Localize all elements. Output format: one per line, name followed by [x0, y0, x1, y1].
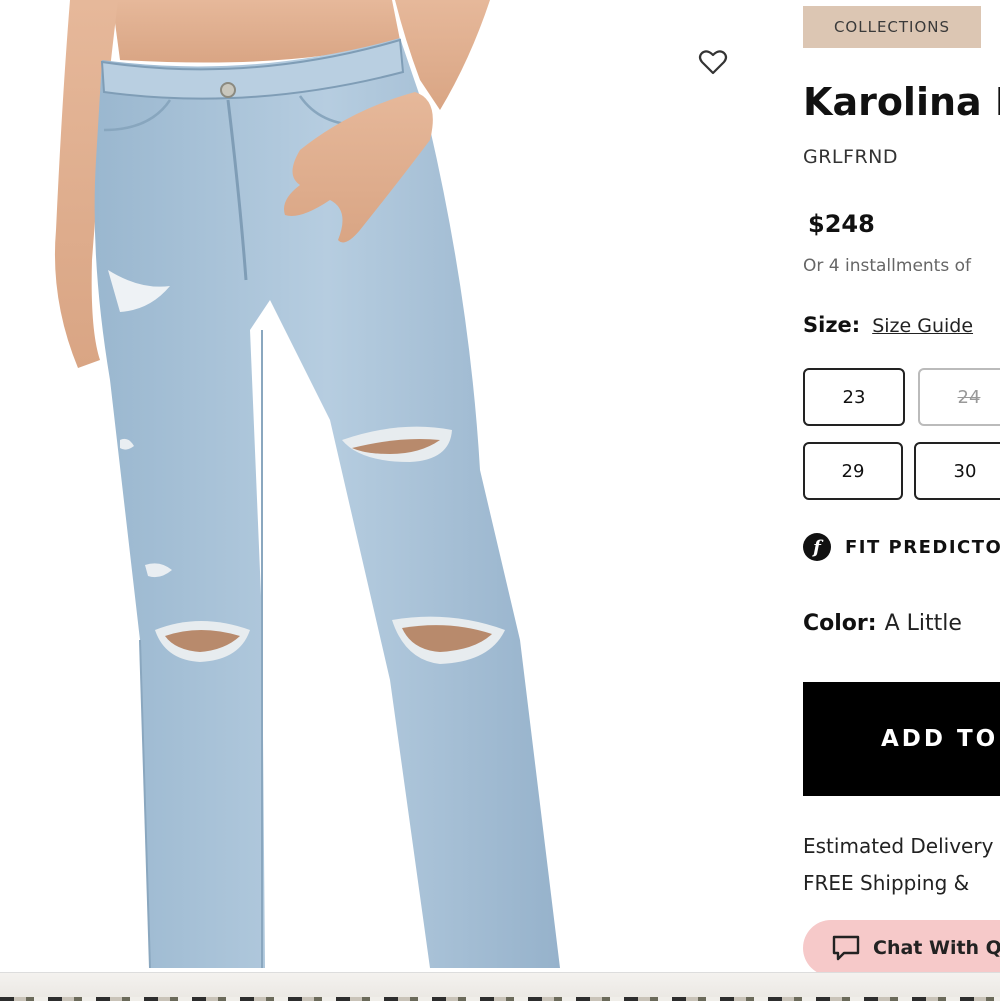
size-option-23[interactable]: 23 — [803, 368, 905, 426]
fit-predictor-icon: f — [803, 533, 831, 561]
color-row: Color: A Little — [803, 611, 962, 636]
chat-bubble-icon — [832, 935, 860, 961]
size-guide-link[interactable]: Size Guide — [872, 315, 973, 337]
size-row: Size: Size Guide — [803, 313, 973, 337]
bottom-strip — [0, 972, 1000, 1001]
size-label: Size: — [803, 313, 861, 337]
product-price: $248 — [808, 210, 875, 238]
installments-text: Or 4 installments of — [803, 256, 971, 276]
size-option-29[interactable]: 29 — [803, 442, 903, 500]
product-title: Karolina H — [803, 80, 1000, 124]
heart-outline-icon — [698, 50, 728, 75]
product-image[interactable] — [0, 0, 790, 972]
fit-predictor-link[interactable]: f FIT PREDICTOR — [803, 533, 1000, 561]
brand-name[interactable]: GRLFRND — [803, 146, 898, 168]
free-shipping-text: FREE Shipping & — [803, 871, 970, 895]
bottom-strip-decoration — [0, 997, 1000, 1001]
estimated-delivery-text: Estimated Delivery — [803, 834, 994, 858]
product-info-panel: COLLECTIONS Karolina H GRLFRND $248 Or 4… — [803, 0, 1000, 972]
chat-button[interactable]: Chat With Q — [803, 920, 1000, 972]
size-option-30[interactable]: 30 — [914, 442, 1000, 500]
chat-label: Chat With Q — [873, 937, 1000, 959]
collections-badge[interactable]: COLLECTIONS — [803, 6, 981, 48]
size-option-24[interactable]: 24 — [918, 368, 1000, 426]
wishlist-button[interactable] — [698, 48, 730, 78]
add-to-bag-button[interactable]: ADD TO — [803, 682, 1000, 796]
delivery-info: Estimated Delivery FREE Shipping & — [803, 828, 993, 902]
fit-predictor-label: FIT PREDICTOR — [845, 536, 1000, 558]
color-label: Color: — [803, 611, 877, 636]
jeans-photo — [54, 0, 560, 969]
color-value: A Little — [884, 611, 962, 636]
